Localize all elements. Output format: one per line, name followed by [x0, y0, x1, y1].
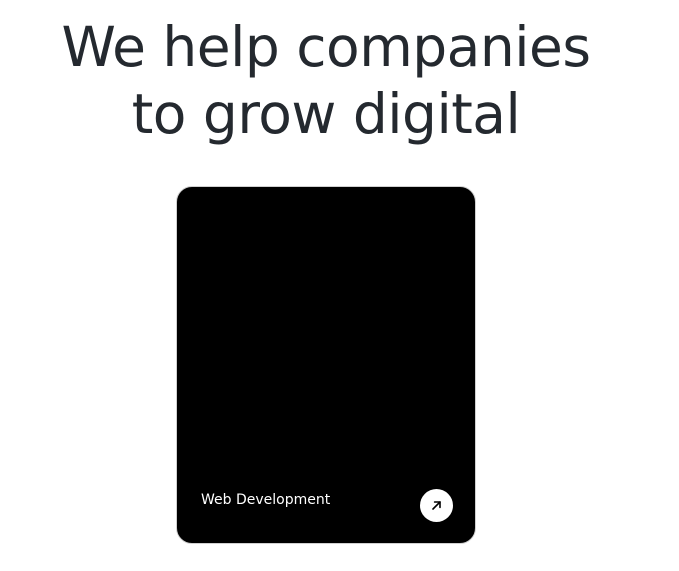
- hero-headline: We help companies to grow digital: [0, 14, 652, 148]
- headline-line-2: to grow digital: [131, 82, 521, 146]
- page: We help companies to grow digital Web De…: [0, 0, 679, 571]
- arrow-up-right-icon: [431, 500, 442, 511]
- open-service-button[interactable]: [420, 489, 453, 522]
- service-card-web-development[interactable]: Web Development: [176, 186, 476, 544]
- headline-line-1: We help companies: [61, 15, 591, 79]
- service-card-label: Web Development: [201, 492, 331, 508]
